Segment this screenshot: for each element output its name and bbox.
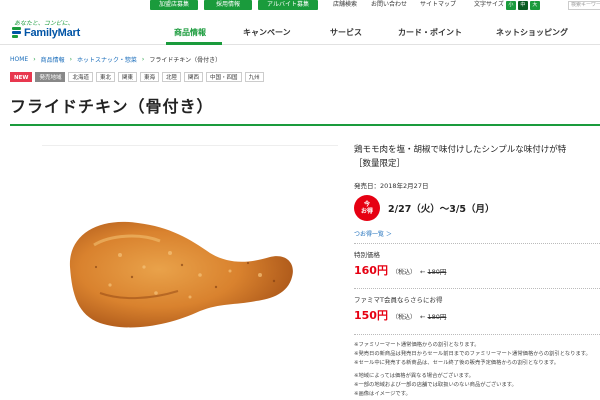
note-line: ※ファミリーマート通常価格からの割引となります。 bbox=[354, 342, 480, 348]
deals-list-link[interactable]: つお得一覧 ＞ bbox=[354, 229, 392, 238]
breadcrumb-home[interactable]: HOME bbox=[10, 56, 28, 63]
fried-chicken-image bbox=[69, 221, 293, 328]
special-price: 160円 bbox=[354, 264, 388, 277]
franchise-button[interactable]: 加盟店募集 bbox=[150, 0, 198, 10]
arrow-left-icon: ← bbox=[419, 268, 426, 276]
breadcrumb-current: フライドチキン（骨付き） bbox=[149, 57, 222, 64]
sale-info: 今 お得 2/27（火）～3/5（月） bbox=[354, 195, 495, 221]
contact-link[interactable]: お問い合わせ bbox=[371, 0, 407, 10]
regular-price: ← 180円 bbox=[420, 266, 446, 276]
nav-campaign[interactable]: キャンペーン bbox=[243, 24, 291, 42]
sale-badge: 今 お得 bbox=[354, 195, 380, 221]
region-kanto: 関東 bbox=[117, 72, 137, 82]
chevron-right-icon: › bbox=[141, 56, 145, 63]
page-title: フライドチキン（骨付き） bbox=[10, 97, 214, 116]
regular-price-value: 180円 bbox=[427, 313, 447, 321]
limited-quantity-label: ［数量限定］ bbox=[354, 159, 406, 169]
sitemap-link[interactable]: サイトマップ bbox=[420, 0, 456, 10]
sale-period: 2/27（火）～3/5（月） bbox=[388, 204, 495, 215]
regular-price: ← 180円 bbox=[420, 311, 446, 321]
new-badge: NEW bbox=[10, 72, 33, 82]
title-divider bbox=[10, 124, 600, 126]
store-search-link[interactable]: 店舗検索 bbox=[333, 0, 357, 10]
region-hokkaido: 北海道 bbox=[68, 72, 93, 82]
sale-badge-line: お得 bbox=[360, 208, 373, 215]
sale-badge-line: 今 bbox=[363, 201, 370, 208]
price-label: 特別価格 bbox=[354, 251, 380, 259]
note-line: ※画像はイメージです。 bbox=[354, 391, 411, 397]
note-line: ※セール中に発売する新商品は、セール終了後の販売予定価格からの割引となります。 bbox=[354, 360, 560, 366]
region-tags: NEW 発売地域 北海道 東北 関東 東海 北陸 関西 中国・四国 九州 bbox=[10, 72, 264, 82]
note-line: ※地域によっては価格が異なる場合がございます。 bbox=[354, 373, 474, 379]
price-label: ファミマT会員ならさらにお得 bbox=[354, 296, 443, 304]
nav-products[interactable]: 商品情報 bbox=[174, 24, 206, 42]
chevron-right-icon: › bbox=[33, 56, 36, 63]
region-kansai: 関西 bbox=[184, 72, 204, 82]
note-line: ※発売日の新商品は発売日からセール前日までのファミリーマート通常価格からの割引と… bbox=[354, 351, 591, 357]
note-line: ※一部の地域および一部の店舗では取扱いのない商品がございます。 bbox=[354, 382, 517, 388]
member-price: 150円 bbox=[354, 309, 388, 322]
utility-bar: 加盟店募集 採用情報 アルバイト募集 店舗検索 お問い合わせ サイトマップ 文字… bbox=[0, 0, 600, 11]
region-hokuriku: 北陸 bbox=[162, 72, 182, 82]
special-price-block: 特別価格 160円 （税込） ← 180円 bbox=[354, 243, 600, 278]
region-tohoku: 東北 bbox=[95, 72, 115, 82]
breadcrumb: HOME › 商品情報 › ホットスナック・惣菜 › フライドチキン（骨付き） bbox=[10, 55, 221, 64]
search-input[interactable]: 検索キーワード bbox=[568, 1, 600, 10]
price-line: 160円 （税込） ← 180円 bbox=[354, 262, 600, 278]
nav-active-indicator bbox=[166, 42, 222, 45]
tax-included-label: （税込） bbox=[391, 314, 416, 321]
text-size-medium-button[interactable]: 中 bbox=[517, 0, 528, 10]
product-description: 鶏モモ肉を塩・胡椒で味付けしたシンプルな味付けが特 ［数量限定］ bbox=[354, 143, 600, 171]
description-line: 鶏モモ肉を塩・胡椒で味付けしたシンプルな味付けが特 bbox=[354, 145, 567, 155]
price-line: 150円 （税込） ← 180円 bbox=[354, 307, 600, 323]
text-size-large-button[interactable]: 大 bbox=[529, 0, 540, 10]
breadcrumb-hot-snacks[interactable]: ホットスナック・惣菜 bbox=[77, 55, 137, 64]
text-size-small-button[interactable]: 小 bbox=[505, 0, 516, 10]
main-nav: 商品情報 キャンペーン サービス カード・ポイント ネットショッピング bbox=[0, 24, 600, 42]
notes-block: ※ファミリーマート通常価格からの割引となります。 ※発売日の新商品は発売日からセ… bbox=[354, 334, 600, 399]
arrow-left-icon: ← bbox=[419, 313, 426, 321]
nav-services[interactable]: サービス bbox=[330, 24, 362, 42]
nav-card-point[interactable]: カード・ポイント bbox=[398, 24, 462, 42]
member-price-block: ファミマT会員ならさらにお得 150円 （税込） ← 180円 bbox=[354, 288, 600, 323]
region-chugoku-shikoku: 中国・四国 bbox=[206, 72, 242, 82]
text-size-label: 文字サイズ bbox=[474, 1, 504, 8]
tax-included-label: （税込） bbox=[391, 269, 416, 276]
nav-divider bbox=[0, 44, 600, 45]
region-kyushu: 九州 bbox=[244, 72, 264, 82]
region-tokai: 東海 bbox=[140, 72, 160, 82]
regular-price-value: 180円 bbox=[427, 268, 447, 276]
text-size-control: 文字サイズ 小 中 大 bbox=[474, 0, 540, 10]
region-label: 発売地域 bbox=[35, 72, 66, 82]
chevron-right-icon: › bbox=[69, 56, 73, 63]
breadcrumb-products[interactable]: 商品情報 bbox=[41, 55, 65, 64]
parttime-button[interactable]: アルバイト募集 bbox=[258, 0, 318, 10]
release-date: 発売日：2018年2月27日 bbox=[354, 182, 429, 190]
recruit-button[interactable]: 採用情報 bbox=[204, 0, 252, 10]
nav-net-shopping[interactable]: ネットショッピング bbox=[496, 24, 568, 42]
